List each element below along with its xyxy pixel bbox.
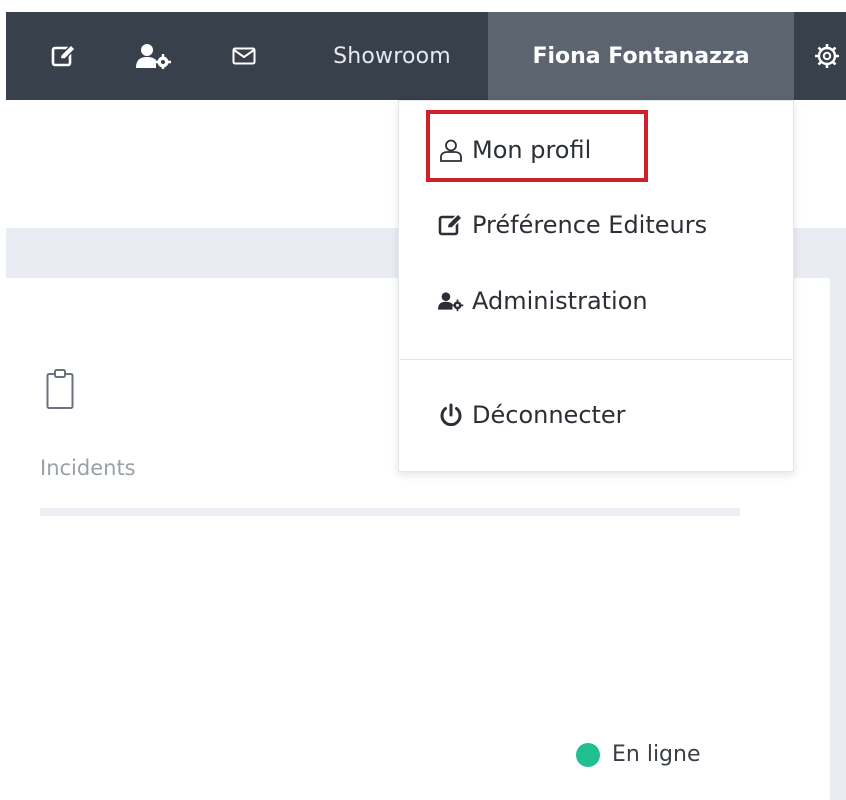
menu-item-administration-label: Administration (472, 287, 648, 315)
menu-item-editor-preferences[interactable]: Préférence Editeurs (398, 197, 794, 253)
incidents-progress-bar (40, 508, 740, 516)
power-icon (438, 402, 464, 428)
status-label: En ligne (612, 742, 701, 767)
menu-item-administration[interactable]: Administration (398, 273, 794, 329)
gear-icon (815, 44, 839, 68)
online-status: En ligne (576, 742, 701, 767)
top-navbar: Showroom Fiona Fontanazza (6, 12, 846, 100)
envelope-icon (232, 47, 256, 65)
settings-button[interactable] (814, 12, 846, 100)
clipboard-icon (46, 369, 74, 409)
edit-square-icon (51, 44, 76, 67)
user-gear-icon (438, 288, 464, 314)
admin-button[interactable] (130, 12, 178, 100)
menu-item-editor-preferences-label: Préférence Editeurs (472, 211, 708, 239)
edit-square-icon (438, 212, 464, 238)
messages-button[interactable] (222, 12, 266, 100)
user-menu-toggle[interactable]: Fiona Fontanazza (488, 12, 794, 100)
menu-divider (400, 359, 792, 360)
page-gutter (830, 278, 846, 800)
edit-button[interactable] (42, 12, 86, 100)
incidents-label: Incidents (40, 456, 136, 480)
status-dot-icon (576, 742, 600, 767)
showroom-link[interactable]: Showroom (306, 12, 478, 100)
menu-item-logout[interactable]: Déconnecter (398, 387, 794, 443)
menu-item-logout-label: Déconnecter (472, 401, 626, 429)
highlight-annotation-box (426, 110, 648, 182)
user-gear-icon (136, 44, 171, 69)
